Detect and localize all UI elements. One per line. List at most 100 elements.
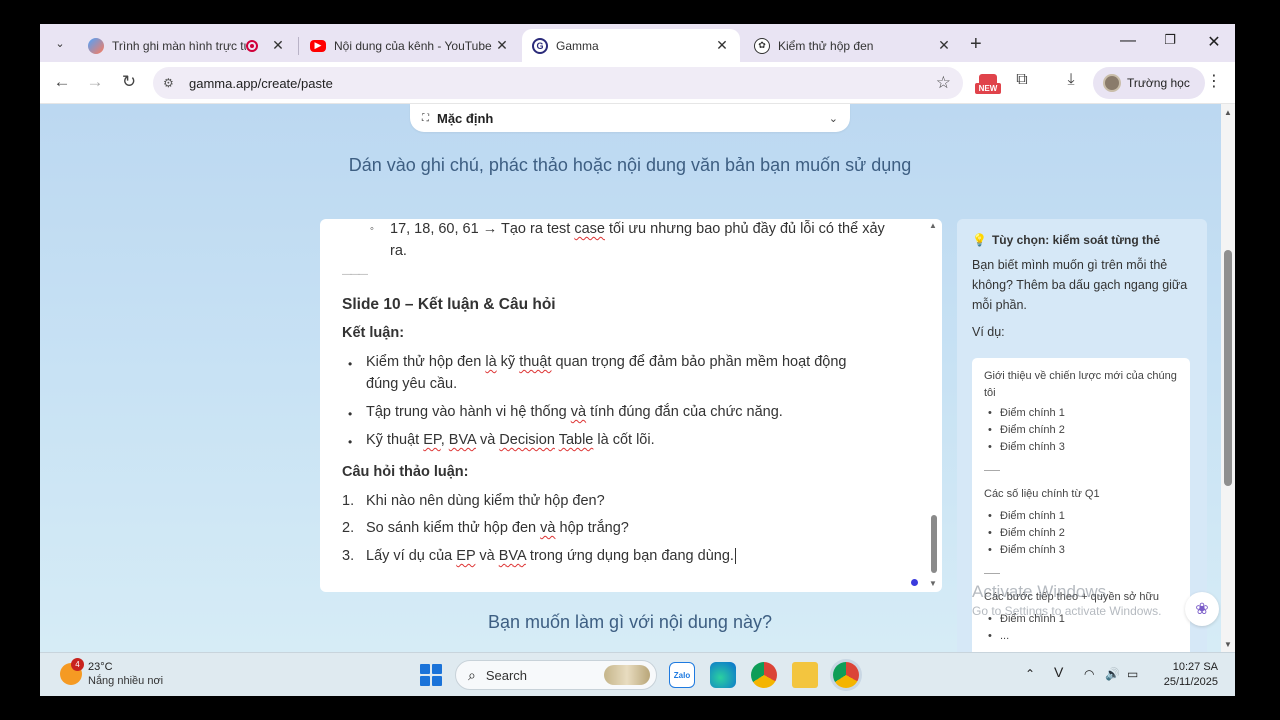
taskbar: 4 23°C Nắng nhiều nơi ⌕ Search Zalo ⌃ V …: [40, 652, 1235, 696]
search-highlight-image: [604, 665, 650, 685]
tab-search-button[interactable]: ⌄: [48, 32, 72, 54]
mode-dropdown[interactable]: ⛶ Mặc định ⌄: [410, 104, 850, 132]
example-item: Điểm chính 1: [988, 405, 1065, 422]
tab-strip: ⌄ Trình ghi màn hình trực tuyến ✕ ▶ Nội …: [40, 24, 1235, 62]
page: ⛶ Mặc định ⌄ Dán vào ghi chú, phác thảo …: [40, 104, 1235, 652]
example-section-title: Các số liệu chính từ Q1: [984, 488, 1100, 500]
activate-windows-watermark: Activate Windows Go to Settings to activ…: [972, 582, 1161, 618]
tab-black-box-testing[interactable]: ✿ Kiểm thử hộp đen ✕: [744, 29, 962, 62]
tab-screen-recorder[interactable]: Trình ghi màn hình trực tuyến ✕: [78, 29, 296, 62]
edge-icon[interactable]: [710, 662, 736, 688]
editor-line: So sánh kiểm thử hộp đen và hộp trắng?: [366, 520, 629, 536]
editor-scrollbar[interactable]: ▲ ▼: [929, 219, 939, 592]
close-icon[interactable]: ✕: [270, 37, 286, 54]
tab-title: Kiểm thử hộp đen: [778, 38, 874, 53]
tab-title: Gamma: [556, 38, 599, 53]
example-item: Điểm chính 1: [988, 508, 1065, 525]
vpn-icon[interactable]: V: [1054, 664, 1063, 680]
tab-title: Nội dung của kênh - YouTube Studio: [334, 38, 494, 53]
bookmark-star-icon[interactable]: ☆: [936, 73, 951, 93]
tab-separator: [298, 37, 299, 55]
editor-line: Lấy ví dụ của EP và BVA trong ứng dụng b…: [366, 548, 736, 564]
avatar: [1103, 74, 1121, 92]
reload-icon[interactable]: ↻: [117, 72, 141, 94]
extensions-icon[interactable]: ⧉: [1009, 71, 1035, 89]
discussion-label: Câu hỏi thảo luận:: [342, 464, 469, 480]
volume-icon[interactable]: 🔊: [1105, 667, 1120, 681]
editor-line: đúng yêu cầu.: [366, 376, 458, 392]
zalo-icon[interactable]: Zalo: [669, 662, 695, 688]
scroll-down-icon[interactable]: ▼: [1224, 640, 1232, 649]
taskbar-search[interactable]: ⌕ Search: [455, 660, 657, 690]
close-icon[interactable]: ✕: [494, 37, 510, 54]
question-heading: Bạn muốn làm gì với nội dung này?: [488, 612, 772, 632]
example-label: Ví dụ:: [972, 325, 1005, 339]
page-scrollbar[interactable]: ▲ ▼: [1221, 104, 1235, 652]
tips-title: 💡 Tùy chọn: kiểm soát từng thẻ: [972, 233, 1160, 247]
scroll-up-icon[interactable]: ▲: [929, 221, 937, 230]
slide-title: Slide 10 – Kết luận & Câu hỏi: [342, 296, 556, 313]
example-item: ...: [988, 628, 1009, 645]
lightbulb-icon: 💡: [972, 233, 987, 247]
recorder-favicon-icon: [88, 37, 104, 54]
expand-icon: ⛶: [422, 112, 429, 124]
tips-description: Bạn biết mình muốn gì trên mỗi thẻ không…: [972, 258, 1188, 312]
profile-name: Trường học: [1127, 76, 1190, 90]
site-info-icon[interactable]: ⚙: [163, 76, 179, 90]
weather-condition: Nắng nhiều nơi: [88, 675, 164, 687]
example-item: Điểm chính 3: [988, 439, 1065, 456]
address-bar[interactable]: ⚙ gamma.app/create/paste ☆: [153, 67, 963, 99]
content-editor[interactable]: ◦ 17, 18, 60, 61 → Tạo ra test case tối …: [320, 219, 942, 592]
bullet-marker: •: [348, 357, 353, 371]
file-explorer-icon[interactable]: [792, 662, 818, 688]
search-icon: ⌕: [468, 666, 476, 683]
list-number: 2.: [342, 520, 355, 536]
sub-bullet-marker: ◦: [370, 223, 374, 235]
screen: ⌄ Trình ghi màn hình trực tuyến ✕ ▶ Nội …: [40, 24, 1235, 696]
menu-icon[interactable]: ⋮: [1206, 71, 1222, 91]
editor-line: Tập trung vào hành vi hệ thống và tính đ…: [366, 404, 783, 420]
download-icon[interactable]: ⤓: [1058, 71, 1084, 89]
clock[interactable]: 10:27 SA 25/11/2025: [1150, 660, 1218, 690]
editor-line: Kiểm thử hộp đen là kỹ thuật quan trọng …: [366, 354, 847, 370]
scroll-down-icon[interactable]: ▼: [929, 579, 937, 588]
editor-line: Khi nào nên dùng kiểm thử hộp đen?: [366, 493, 605, 509]
example-section-title: Giới thiệu về chiến lược mới của chúng t…: [984, 370, 1177, 399]
chrome-profile-icon[interactable]: [833, 662, 859, 688]
weather-temp: 23°C: [88, 661, 113, 673]
close-icon[interactable]: ✕: [714, 37, 730, 54]
show-hidden-icons-icon[interactable]: ⌃: [1025, 667, 1035, 681]
extension-new-icon[interactable]: NEW: [975, 74, 1001, 96]
grammar-indicator-icon[interactable]: [911, 579, 918, 586]
battery-icon[interactable]: ▭: [1127, 667, 1138, 681]
restore-icon[interactable]: ❐: [1158, 32, 1182, 48]
scrollbar-thumb[interactable]: [931, 515, 937, 573]
editor-line: 17, 18, 60, 61 → Tạo ra test case tối ưu…: [390, 221, 885, 237]
url-text[interactable]: gamma.app/create/paste: [189, 76, 936, 91]
chrome-icon[interactable]: [751, 662, 777, 688]
wifi-icon[interactable]: ◠: [1084, 667, 1094, 681]
close-icon[interactable]: ✕: [936, 37, 952, 54]
windows-start-icon[interactable]: [420, 664, 442, 686]
page-heading: Dán vào ghi chú, phác thảo hoặc nội dung…: [348, 155, 912, 175]
weather-widget[interactable]: 4 23°C Nắng nhiều nơi: [60, 658, 164, 688]
scroll-up-icon[interactable]: ▲: [1224, 108, 1232, 117]
conclusion-label: Kết luận:: [342, 325, 405, 341]
sun-icon: 4: [60, 658, 84, 685]
forward-icon[interactable]: →: [83, 72, 107, 94]
mode-label: Mặc định: [437, 110, 494, 126]
clock-date: 25/11/2025: [1163, 676, 1218, 688]
close-window-icon[interactable]: ✕: [1202, 32, 1226, 52]
profile-button[interactable]: Trường học: [1093, 67, 1205, 99]
back-icon[interactable]: ←: [50, 72, 74, 94]
tab-gamma[interactable]: G Gamma ✕: [522, 29, 740, 62]
tab-youtube-studio[interactable]: ▶ Nội dung của kênh - YouTube Studio ✕: [300, 29, 520, 62]
bullet-marker: •: [348, 435, 353, 449]
editor-line: Kỹ thuật EP, BVA và Decision Table là cố…: [366, 432, 655, 448]
new-tab-icon[interactable]: +: [970, 33, 982, 56]
scrollbar-thumb[interactable]: [1224, 250, 1232, 486]
example-item: Điểm chính 3: [988, 542, 1065, 559]
ai-assistant-icon[interactable]: ❀: [1185, 592, 1219, 626]
minimize-icon[interactable]: —: [1116, 32, 1140, 50]
clock-time: 10:27 SA: [1172, 661, 1218, 673]
